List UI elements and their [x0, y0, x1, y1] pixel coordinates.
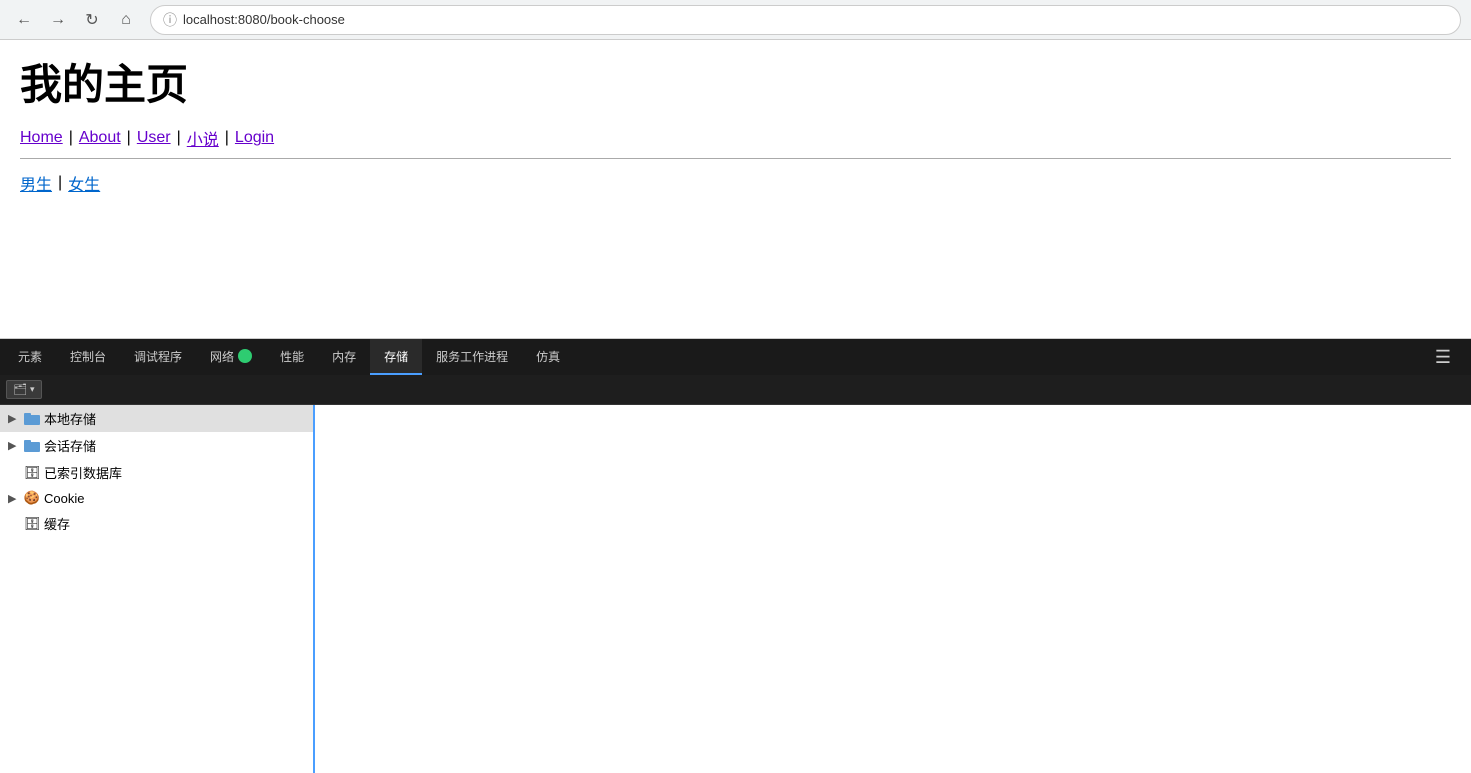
dropdown-arrow-icon: ▾	[30, 384, 35, 395]
nav-link-home[interactable]: Home	[20, 129, 63, 147]
expand-arrow-local: ▶	[8, 412, 20, 425]
storage-icon-small: 🗂	[13, 383, 27, 396]
home-button[interactable]: ⌂	[112, 6, 140, 34]
db-icon: 🗄	[24, 465, 40, 481]
sub-nav-female[interactable]: 女生	[68, 171, 100, 195]
forward-button[interactable]: →	[44, 6, 72, 34]
back-button[interactable]: ←	[10, 6, 38, 34]
storage-item-local[interactable]: ▶ 本地存储	[0, 405, 313, 432]
cookie-icon: 🍪	[24, 490, 40, 506]
folder-icon-session	[24, 438, 40, 454]
nav-sep-2: |	[127, 129, 131, 147]
storage-main-content	[315, 405, 1471, 773]
cache-icon: 🗄	[24, 516, 40, 532]
tab-storage[interactable]: 存储	[370, 339, 422, 375]
nav-sep-4: |	[225, 129, 229, 147]
indexeddb-label: 已索引数据库	[44, 463, 122, 482]
storage-item-cookie[interactable]: ▶ 🍪 Cookie	[0, 486, 313, 510]
sub-nav: 男生 | 女生	[20, 171, 1451, 195]
tab-network[interactable]: 网络	[196, 339, 266, 375]
tab-performance[interactable]: 性能	[266, 339, 318, 375]
storage-toolbar-button[interactable]: 🗂 ▾	[6, 380, 42, 399]
devtools-topbar: 元素 控制台 调试程序 网络 性能 内存 存储 服务工作进程	[0, 339, 1471, 375]
page-divider	[20, 158, 1451, 159]
page-content: 我的主页 Home | About | User | 小说 | Login 男生…	[0, 40, 1471, 195]
tab-emulation[interactable]: 仿真	[522, 339, 574, 375]
devtools-body: ▶ 本地存储 ▶ 会话存储	[0, 405, 1471, 773]
session-storage-label: 会话存储	[44, 436, 96, 455]
url-text: localhost:8080/book-choose	[183, 12, 345, 27]
folder-icon-local	[24, 411, 40, 427]
network-status-icon	[238, 349, 252, 363]
info-icon: ⓘ	[163, 10, 177, 30]
sub-nav-male[interactable]: 男生	[20, 171, 52, 195]
sub-sep-1: |	[58, 174, 62, 192]
nav-buttons: ← → ↻ ⌂	[10, 6, 140, 34]
address-bar[interactable]: ⓘ localhost:8080/book-choose	[150, 5, 1461, 35]
storage-item-session[interactable]: ▶ 会话存储	[0, 432, 313, 459]
cookie-label: Cookie	[44, 491, 84, 506]
nav-link-novel[interactable]: 小说	[187, 126, 219, 150]
reload-button[interactable]: ↻	[78, 6, 106, 34]
storage-item-indexeddb[interactable]: 🗄 已索引数据库	[0, 459, 313, 486]
nav-link-about[interactable]: About	[79, 129, 121, 147]
storage-item-cache[interactable]: 🗄 缓存	[0, 510, 313, 537]
devtools-panel: 元素 控制台 调试程序 网络 性能 内存 存储 服务工作进程	[0, 338, 1471, 773]
tab-service-workers[interactable]: 服务工作进程	[422, 339, 522, 375]
tab-debugger[interactable]: 调试程序	[120, 339, 196, 375]
main-nav: Home | About | User | 小说 | Login	[20, 126, 1451, 150]
nav-link-login[interactable]: Login	[235, 129, 274, 147]
nav-link-user[interactable]: User	[137, 129, 171, 147]
tab-elements[interactable]: 元素	[4, 339, 56, 375]
expand-arrow-session: ▶	[8, 439, 20, 452]
devtools-toolbar: 🗂 ▾	[0, 375, 1471, 405]
tab-memory[interactable]: 内存	[318, 339, 370, 375]
tab-console[interactable]: 控制台	[56, 339, 120, 375]
browser-chrome: ← → ↻ ⌂ ⓘ localhost:8080/book-choose	[0, 0, 1471, 40]
local-storage-label: 本地存储	[44, 409, 96, 428]
cache-label: 缓存	[44, 514, 70, 533]
devtools-menu-icon[interactable]: ☰	[1427, 343, 1459, 372]
storage-sidebar: ▶ 本地存储 ▶ 会话存储	[0, 405, 315, 773]
devtools-tabs: 元素 控制台 调试程序 网络 性能 内存 存储 服务工作进程	[4, 339, 574, 375]
nav-sep-1: |	[69, 129, 73, 147]
nav-sep-3: |	[177, 129, 181, 147]
page-title: 我的主页	[20, 60, 1451, 110]
expand-arrow-cookie: ▶	[8, 492, 20, 505]
